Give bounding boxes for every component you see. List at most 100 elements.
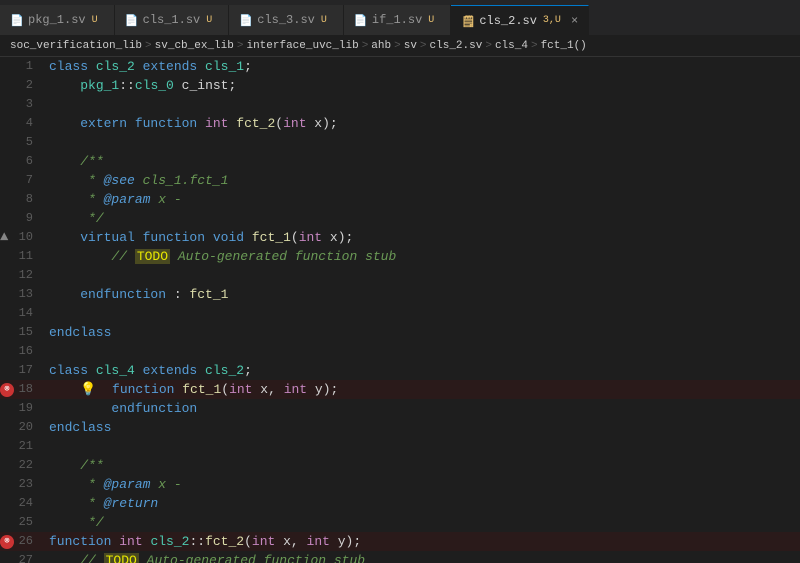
code-token: // bbox=[111, 249, 134, 264]
line-number-text: 13 bbox=[19, 287, 33, 301]
line-content: /** bbox=[45, 152, 800, 171]
line-number: 13 bbox=[0, 285, 45, 304]
code-token bbox=[49, 496, 80, 511]
breadcrumb-part[interactable]: soc_verification_lib bbox=[10, 40, 142, 52]
line-number: 12 bbox=[0, 266, 45, 285]
code-token: y); bbox=[307, 382, 338, 397]
breadcrumb-part[interactable]: ahb bbox=[371, 40, 391, 52]
tab-cls_2[interactable]: 🗒cls_2.sv3,U× bbox=[451, 5, 589, 35]
line-number-text: 16 bbox=[19, 344, 33, 358]
tab-label: cls_2.sv bbox=[479, 14, 537, 28]
code-token: x - bbox=[150, 192, 181, 207]
code-token: */ bbox=[80, 211, 103, 226]
tab-badge: U bbox=[428, 15, 434, 26]
code-token: /** bbox=[80, 154, 103, 169]
line-number: 23 bbox=[0, 475, 45, 494]
code-token: int bbox=[252, 534, 275, 549]
line-number-text: 4 bbox=[26, 116, 33, 130]
line-number: ▲10 bbox=[0, 228, 45, 247]
line-number: 25 bbox=[0, 513, 45, 532]
breadcrumb-part[interactable]: interface_uvc_lib bbox=[246, 40, 358, 52]
line-number-text: 14 bbox=[19, 306, 33, 320]
breadcrumb-part[interactable]: cls_4 bbox=[495, 40, 528, 52]
sv-file-icon: 📄 bbox=[10, 14, 22, 26]
breadcrumb-part[interactable]: sv_cb_ex_lib bbox=[155, 40, 234, 52]
tab-label: if_1.sv bbox=[372, 13, 422, 27]
code-token: int bbox=[283, 116, 306, 131]
line-content: class cls_2 extends cls_1; bbox=[45, 57, 800, 76]
code-token: * bbox=[80, 173, 103, 188]
line-number: 4 bbox=[0, 114, 45, 133]
table-row: 17class cls_4 extends cls_2; bbox=[0, 361, 800, 380]
table-row: 8 * @param x - bbox=[0, 190, 800, 209]
code-token: Auto-generated function stub bbox=[170, 249, 396, 264]
table-row: 12 bbox=[0, 266, 800, 285]
code-token: cls_0 bbox=[135, 78, 174, 93]
line-number-text: 3 bbox=[26, 97, 33, 111]
code-token: int bbox=[205, 116, 228, 131]
code-token: ( bbox=[291, 230, 299, 245]
code-token: @param bbox=[104, 477, 151, 492]
tab-bar: 📄pkg_1.svU📄cls_1.svU📄cls_3.svU📄if_1.svU🗒… bbox=[0, 0, 800, 35]
code-token: int bbox=[229, 382, 252, 397]
line-content: // TODO Auto-generated function stub bbox=[45, 247, 800, 266]
line-number: 11 bbox=[0, 247, 45, 266]
table-row: 25 */ bbox=[0, 513, 800, 532]
error-marker: ⊗ bbox=[0, 535, 14, 549]
fold-marker[interactable]: ▲ bbox=[0, 228, 8, 247]
breadcrumb-part[interactable]: fct_1() bbox=[541, 40, 587, 52]
line-number: 16 bbox=[0, 342, 45, 361]
breadcrumb-part: > bbox=[531, 40, 538, 52]
line-number: 24 bbox=[0, 494, 45, 513]
error-marker: ⊗ bbox=[0, 383, 14, 397]
table-row: 6 /** bbox=[0, 152, 800, 171]
line-content: * @param x - bbox=[45, 475, 800, 494]
breadcrumb-part: > bbox=[237, 40, 244, 52]
code-token bbox=[49, 173, 80, 188]
line-number-text: 24 bbox=[19, 496, 33, 510]
tab-if_1[interactable]: 📄if_1.svU bbox=[344, 5, 451, 35]
code-token: * bbox=[80, 496, 103, 511]
line-number-text: 9 bbox=[26, 211, 33, 225]
line-number-text: 23 bbox=[19, 477, 33, 491]
editor: 1class cls_2 extends cls_1;2 pkg_1::cls_… bbox=[0, 57, 800, 563]
table-row: ⊗26function int cls_2::fct_2(int x, int … bbox=[0, 532, 800, 551]
table-row: 9 */ bbox=[0, 209, 800, 228]
line-number: 27 bbox=[0, 551, 45, 563]
code-token bbox=[96, 382, 112, 397]
tab-cls_1[interactable]: 📄cls_1.svU bbox=[115, 5, 230, 35]
breadcrumb-part[interactable]: cls_2.sv bbox=[430, 40, 483, 52]
line-number: 14 bbox=[0, 304, 45, 323]
code-token: pkg_1 bbox=[80, 78, 119, 93]
code-token: * bbox=[80, 192, 103, 207]
line-content: 💡 function fct_1(int x, int y); bbox=[45, 380, 800, 399]
line-content bbox=[45, 133, 800, 152]
code-token: TODO bbox=[104, 553, 139, 563]
tab-cls_3[interactable]: 📄cls_3.svU bbox=[229, 5, 344, 35]
table-row: 24 * @return bbox=[0, 494, 800, 513]
code-token: function bbox=[49, 534, 119, 549]
table-row: 7 * @see cls_1.fct_1 bbox=[0, 171, 800, 190]
tab-badge: 3,U bbox=[543, 15, 561, 26]
line-number: 15 bbox=[0, 323, 45, 342]
code-token bbox=[49, 192, 80, 207]
code-token: // bbox=[80, 553, 103, 563]
breadcrumb-part[interactable]: sv bbox=[404, 40, 417, 52]
code-token: c_inst; bbox=[174, 78, 236, 93]
code-token: : bbox=[166, 287, 189, 302]
code-token bbox=[49, 382, 80, 397]
tab-pkg_1[interactable]: 📄pkg_1.svU bbox=[0, 5, 115, 35]
line-number: ⊗26 bbox=[0, 532, 45, 551]
line-content: // TODO Auto-generated function stub bbox=[45, 551, 800, 563]
breadcrumb-part: > bbox=[485, 40, 492, 52]
code-token bbox=[49, 211, 80, 226]
line-content: * @return bbox=[45, 494, 800, 513]
tab-close-button[interactable]: × bbox=[571, 14, 578, 28]
code-token: cls_2 bbox=[150, 534, 189, 549]
code-token: x); bbox=[322, 230, 353, 245]
line-number: 8 bbox=[0, 190, 45, 209]
code-token: int bbox=[284, 382, 307, 397]
table-row: 21 bbox=[0, 437, 800, 456]
code-token bbox=[49, 154, 80, 169]
line-content: endclass bbox=[45, 323, 800, 342]
